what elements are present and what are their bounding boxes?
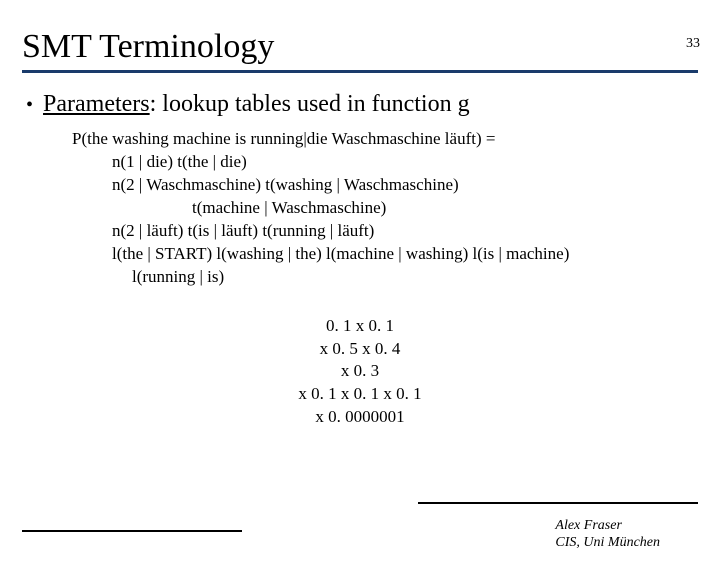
bullet-rest: : lookup tables used in function g xyxy=(150,91,470,117)
slide-title: SMT Terminology xyxy=(22,28,720,66)
content-area: • Parameters: lookup tables used in func… xyxy=(0,91,720,429)
formula-line: n(2 | Waschmaschine) t(washing | Waschma… xyxy=(112,174,698,197)
formula-line: l(running | is) xyxy=(132,266,698,289)
formula-line: t(machine | Waschmaschine) xyxy=(192,197,698,220)
bullet-dot-icon: • xyxy=(26,95,33,115)
numbers-line: x 0. 1 x 0. 1 x 0. 1 xyxy=(175,383,545,406)
footer-affiliation: CIS, Uni München xyxy=(555,535,660,552)
formula-line: n(1 | die) t(the | die) xyxy=(112,151,698,174)
formula-block: P(the washing machine is running|die Was… xyxy=(72,128,698,289)
bullet-item: • Parameters: lookup tables used in func… xyxy=(22,91,698,118)
bullet-term: Parameters xyxy=(43,91,150,117)
formula-line: n(2 | läuft) t(is | läuft) t(running | l… xyxy=(112,220,698,243)
formula-line: l(the | START) l(washing | the) l(machin… xyxy=(112,243,698,266)
footer-rule-right xyxy=(418,502,698,504)
footer-rule-left xyxy=(22,530,242,532)
numbers-line: x 0. 3 xyxy=(175,360,545,383)
numbers-block: 0. 1 x 0. 1 x 0. 5 x 0. 4 x 0. 3 x 0. 1 … xyxy=(175,315,545,430)
title-underline xyxy=(22,70,698,73)
page-number: 33 xyxy=(686,36,700,52)
footer-credit: Alex Fraser CIS, Uni München xyxy=(555,518,660,552)
formula-line: P(the washing machine is running|die Was… xyxy=(72,128,698,151)
footer-author: Alex Fraser xyxy=(555,518,660,535)
numbers-line: x 0. 0000001 xyxy=(175,406,545,429)
numbers-line: 0. 1 x 0. 1 xyxy=(175,315,545,338)
numbers-line: x 0. 5 x 0. 4 xyxy=(175,338,545,361)
